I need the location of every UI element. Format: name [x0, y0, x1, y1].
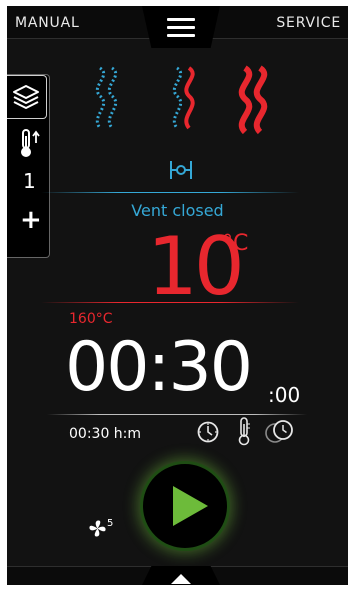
layers-button[interactable] — [7, 75, 47, 119]
side-panel: 1 + — [7, 74, 50, 258]
manual-mode-tab[interactable]: MANUAL — [15, 15, 80, 31]
clock-icon[interactable] — [196, 420, 220, 444]
temperature-divider — [41, 302, 299, 303]
fan-icon[interactable] — [88, 519, 107, 538]
start-button[interactable] — [140, 461, 230, 551]
vent-divider — [41, 192, 299, 193]
timer-mode-label: 00:30 h:m — [69, 426, 142, 442]
vent-valve-icon[interactable] — [168, 159, 194, 181]
vent-status: Vent closed — [131, 201, 224, 220]
thermometer-up-icon[interactable] — [17, 127, 43, 161]
timer-divider — [47, 414, 307, 415]
core-probe-icon[interactable] — [235, 416, 253, 446]
hamburger-menu-icon[interactable] — [167, 18, 195, 38]
layers-icon — [13, 85, 39, 109]
delta-clock-icon[interactable] — [264, 419, 294, 445]
wave-high-icon[interactable] — [233, 62, 275, 138]
timer-display[interactable]: 00:30 — [65, 328, 253, 408]
wave-low-icon[interactable] — [90, 62, 126, 134]
play-icon — [173, 486, 208, 526]
timer-seconds: :00 — [268, 383, 301, 407]
oven-control-screen: MANUAL SERVICE 1 + Vent closed 10 °C 160… — [7, 6, 348, 585]
chevron-up-icon[interactable] — [170, 573, 192, 585]
wave-medium-icon[interactable] — [167, 62, 203, 134]
temperature-unit: °C — [222, 231, 249, 256]
service-tab[interactable]: SERVICE — [276, 15, 341, 31]
fan-speed: 5 — [107, 518, 114, 529]
setpoint-temperature: 160°C — [69, 311, 113, 327]
probe-value: 1 — [23, 169, 36, 193]
